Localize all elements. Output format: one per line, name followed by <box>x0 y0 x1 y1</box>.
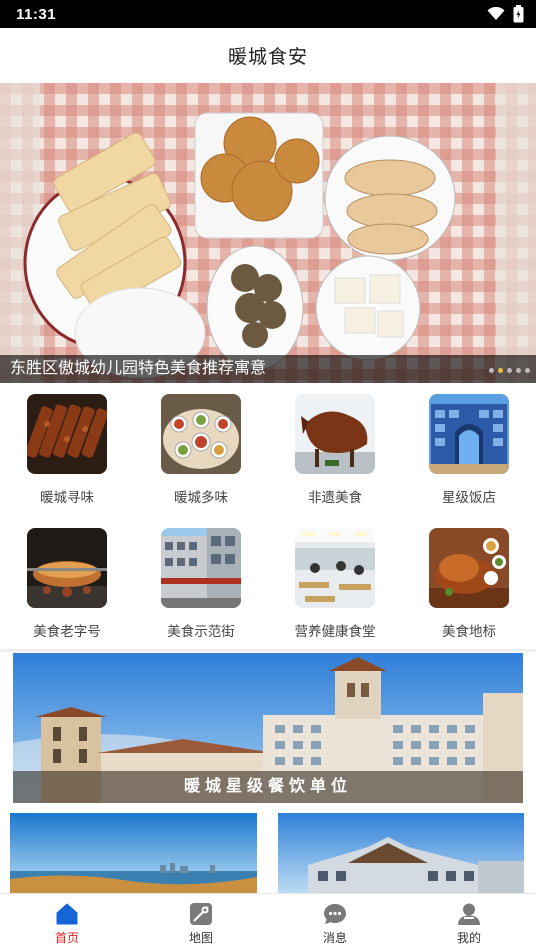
sub-card-row <box>0 813 536 893</box>
category-label: 美食示范街 <box>167 624 235 639</box>
category-label: 星级饭店 <box>442 490 496 505</box>
hotel-card[interactable] <box>278 813 524 893</box>
message-icon <box>324 903 346 924</box>
nav-profile[interactable]: 我的 <box>402 894 536 952</box>
roast-lamb-platter-photo <box>429 528 509 608</box>
banner-pagination <box>489 368 530 373</box>
category-label: 美食地标 <box>442 624 496 639</box>
category-item-xingji-fandian[interactable]: 星级饭店 <box>402 390 536 524</box>
lake-photo <box>10 813 257 893</box>
battery-icon <box>513 5 524 23</box>
grilled-meat-photo <box>27 394 107 474</box>
category-item-meishi-dibiao[interactable]: 美食地标 <box>402 524 536 658</box>
wifi-icon <box>487 7 505 20</box>
app-header: 暖城食安 <box>0 28 536 83</box>
status-bar: 11:31 <box>0 0 536 28</box>
category-item-nuancheng-xunwei[interactable]: 暖城寻味 <box>0 390 134 524</box>
banquet-table-photo <box>161 394 241 474</box>
hotel-exterior-photo <box>278 813 524 893</box>
section-divider <box>0 649 536 652</box>
category-item-feiyi-meishi[interactable]: 非遗美食 <box>268 390 402 524</box>
category-label: 营养健康食堂 <box>294 624 376 639</box>
canteen-photo <box>295 528 375 608</box>
nav-home[interactable]: 首页 <box>0 894 134 952</box>
feature-caption: 暖城星级餐饮单位 <box>13 771 523 803</box>
nav-messages[interactable]: 消息 <box>268 894 402 952</box>
pagination-dot[interactable] <box>507 368 512 373</box>
roast-whole-lamb-photo <box>27 528 107 608</box>
nav-label: 消息 <box>322 930 347 945</box>
map-icon <box>190 902 212 925</box>
pagination-dot[interactable] <box>525 368 530 373</box>
pagination-dot[interactable] <box>489 368 494 373</box>
category-item-meishi-laozihao[interactable]: 美食老字号 <box>0 524 134 658</box>
lake-card[interactable] <box>10 813 257 893</box>
status-time: 11:31 <box>16 5 57 23</box>
category-label: 美食老字号 <box>33 624 101 639</box>
status-icons <box>487 5 524 23</box>
category-grid: 暖城寻味 暖城多味 非遗美食 星级饭店 美食老字号 美食示范街 营养健康食堂 美… <box>0 390 536 658</box>
nav-map[interactable]: 地图 <box>134 894 268 952</box>
hotel-building-photo <box>429 394 509 474</box>
home-icon <box>56 903 78 924</box>
category-item-yingyang-shitang[interactable]: 营养健康食堂 <box>268 524 402 658</box>
pagination-dot-active[interactable] <box>498 368 503 373</box>
pagination-dot[interactable] <box>516 368 521 373</box>
category-item-nuancheng-duowei[interactable]: 暖城多味 <box>134 390 268 524</box>
page-title: 暖城食安 <box>227 47 308 68</box>
nav-label: 首页 <box>54 930 79 945</box>
star-restaurant-banner[interactable]: 暖城星级餐饮单位 <box>13 653 523 803</box>
category-item-meishi-shifanjie[interactable]: 美食示范街 <box>134 524 268 658</box>
banner-carousel[interactable]: 东胜区傲城幼儿园特色美食推荐寓意 <box>0 83 536 383</box>
category-row: 暖城寻味 暖城多味 非遗美食 星级饭店 <box>0 390 536 524</box>
bottom-navigation: 首页 地图 消息 我的 <box>0 893 536 952</box>
category-row: 美食老字号 美食示范街 营养健康食堂 美食地标 <box>0 524 536 658</box>
nav-label: 我的 <box>456 930 481 945</box>
street-photo <box>161 528 241 608</box>
category-label: 非遗美食 <box>308 490 362 505</box>
category-label: 暖城寻味 <box>40 490 94 505</box>
roast-lamb-photo <box>295 394 375 474</box>
nav-label: 地图 <box>188 930 213 945</box>
banner-caption: 东胜区傲城幼儿园特色美食推荐寓意 <box>0 355 536 383</box>
profile-icon <box>458 903 480 925</box>
banner-image <box>0 83 536 383</box>
category-label: 暖城多味 <box>174 490 228 505</box>
